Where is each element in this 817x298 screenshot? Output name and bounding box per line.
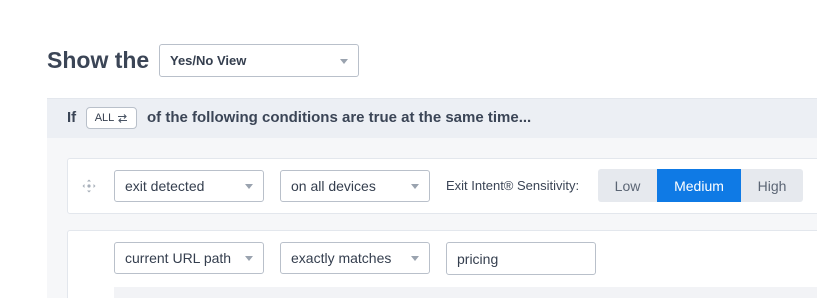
match-mode-toggle[interactable]: ALL [86,107,137,129]
if-label: If [67,109,77,126]
chevron-down-icon [411,256,419,261]
chevron-down-icon [340,58,348,64]
match-mode-label: ALL [94,112,115,124]
target-select-value: current URL path [125,250,232,266]
trigger-select[interactable]: exit detected [114,170,264,202]
url-value-input[interactable]: pricing [446,242,596,275]
operator-select-value: exactly matches [291,250,392,266]
sensitivity-segmented-control: Low Medium High [598,169,803,202]
chevron-down-icon [245,184,253,189]
devices-select[interactable]: on all devices [280,170,430,202]
sensitivity-low-button[interactable]: Low [598,169,657,202]
sensitivity-medium-button[interactable]: Medium [657,169,741,202]
drag-handle-icon[interactable] [81,178,97,194]
rule-detail-panel [114,287,817,298]
view-select[interactable]: Yes/No View [159,44,359,77]
sensitivity-label: Exit Intent® Sensitivity: [446,178,580,193]
sensitivity-high-button[interactable]: High [741,169,803,202]
devices-select-value: on all devices [291,178,376,194]
target-select[interactable]: current URL path [114,242,264,274]
view-select-value: Yes/No View [170,53,247,68]
trigger-select-value: exit detected [125,178,205,194]
conditions-suffix: of the following conditions are true at … [147,109,532,126]
chevron-down-icon [245,256,253,261]
show-label: Show the [47,47,150,73]
chevron-down-icon [411,184,419,189]
operator-select[interactable]: exactly matches [280,242,430,274]
url-value-text: pricing [457,250,499,267]
swap-arrows-icon [118,113,128,123]
